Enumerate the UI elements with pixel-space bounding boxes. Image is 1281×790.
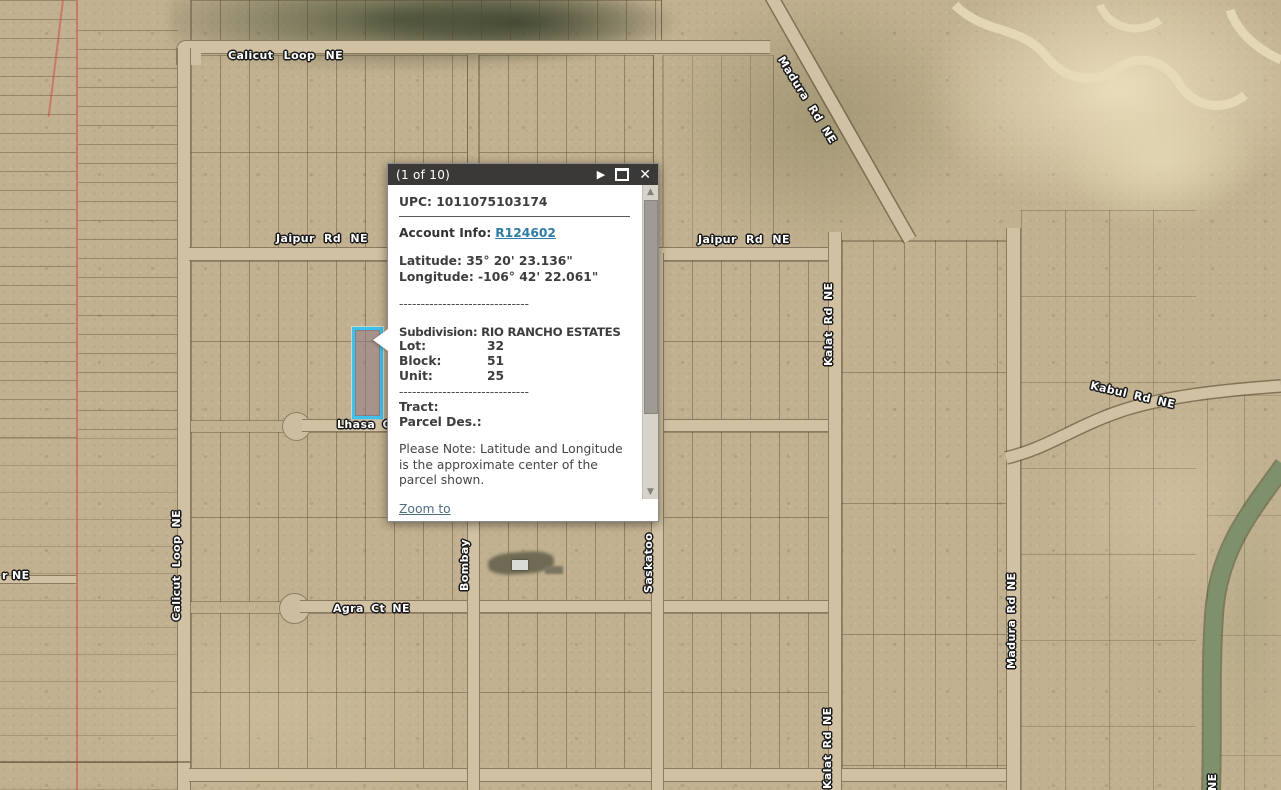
close-icon[interactable]: ✕ <box>639 168 651 182</box>
road-label-agra: Agra Ct NE <box>333 602 410 615</box>
account-info-row: Account Info: R124602 <box>399 226 630 240</box>
road-label-left-edge: r NE <box>2 569 30 582</box>
scroll-up-icon[interactable]: ▲ <box>643 185 658 199</box>
block-label: Block: <box>399 354 487 369</box>
sand-finger-patch <box>1060 90 1260 230</box>
parcel-grid <box>190 613 468 771</box>
popup-pointer <box>373 329 388 351</box>
tract-label: Tract: <box>399 400 630 415</box>
zoom-to-link[interactable]: Zoom to <box>399 502 451 516</box>
lot-label: Lot: <box>399 339 487 354</box>
road-label-ne-bottom-right: NE <box>1206 773 1219 790</box>
block-value: 51 <box>487 354 504 369</box>
road-calicut-loop-vertical <box>177 48 191 790</box>
divider-line <box>399 216 630 217</box>
road-label-bombay: Bombay <box>458 539 471 591</box>
parcel-grid <box>662 432 830 602</box>
scroll-down-icon[interactable]: ▼ <box>643 485 658 499</box>
block-row: Block: 51 <box>399 354 630 369</box>
road-label-madura-diagonal: Madura Rd NE <box>775 54 839 146</box>
parcel-grid <box>662 55 774 249</box>
note-text: Please Note: Latitude and Longitude is t… <box>399 442 635 489</box>
parcel-grid <box>0 438 178 790</box>
survey-line <box>76 0 78 790</box>
dashed-divider: ------------------------------ <box>399 385 630 399</box>
parcel-grid <box>1207 395 1281 790</box>
road-label-calicut-loop-top: Calicut Loop NE <box>228 49 343 62</box>
popup-pagination: (1 of 10) <box>396 168 587 182</box>
parcel-grid <box>662 261 830 421</box>
subdivision-value: RIO RANCHO ESTATES <box>481 325 620 339</box>
road-label-saskatoon: Saskatoo <box>642 533 655 593</box>
road-label-jaipur-right: Jaipur Rd NE <box>698 233 790 246</box>
latitude-value: Latitude: 35° 20' 23.136" <box>399 253 630 269</box>
map-viewport[interactable]: Calicut Loop NE Madura Rd NE Jaipur Rd N… <box>0 0 1281 790</box>
unit-row: Unit: 25 <box>399 369 630 384</box>
lot-row: Lot: 32 <box>399 339 630 354</box>
road-label-kalat-lower: Kalat Rd NE <box>821 707 834 789</box>
parcel-grid <box>190 0 662 42</box>
dashed-divider: ------------------------------ <box>399 297 630 311</box>
longitude-value: Longitude: -106° 42' 22.061" <box>399 269 630 285</box>
structure-roof <box>512 560 528 570</box>
popup-scrollbar[interactable]: ▲ ▼ <box>642 185 658 499</box>
parcel-grid <box>0 0 76 438</box>
subdivision-label: Subdivision: <box>399 325 477 339</box>
popup-header: (1 of 10) ▶ ✕ <box>388 164 658 185</box>
unit-value: 25 <box>487 369 504 384</box>
parcel-grid <box>478 613 654 771</box>
parcel-info-popup: (1 of 10) ▶ ✕ UPC: 1011075103174 Account… <box>387 163 659 522</box>
scrollbar-thumb[interactable] <box>644 200 658 414</box>
popup-body: UPC: 1011075103174 Account Info: R124602… <box>388 185 658 521</box>
subdivision-row: Subdivision: RIO RANCHO ESTATES <box>399 325 630 339</box>
account-info-link[interactable]: R124602 <box>495 226 556 240</box>
unit-label: Unit: <box>399 369 487 384</box>
road-label-jaipur-left: Jaipur Rd NE <box>276 232 368 245</box>
parcel-grid <box>662 613 830 771</box>
road-label-kalat-upper: Kalat Rd NE <box>822 282 835 366</box>
parcel-grid <box>841 240 1007 772</box>
road-bottom <box>189 768 1019 782</box>
parcel-grid <box>1021 210 1196 790</box>
sand-wash-patch <box>920 0 1281 220</box>
next-feature-icon[interactable]: ▶ <box>597 169 605 180</box>
road-label-lhasa: Lhasa C <box>337 418 391 431</box>
maximize-icon[interactable] <box>615 168 629 181</box>
latlong-block: Latitude: 35° 20' 23.136" Longitude: -10… <box>399 253 630 285</box>
upc-value: UPC: 1011075103174 <box>399 195 630 209</box>
parcel-des-label: Parcel Des.: <box>399 415 630 430</box>
account-info-label: Account Info: <box>399 226 491 240</box>
lot-value: 32 <box>487 339 504 354</box>
road-label-calicut-loop-vertical: Calicut Loop NE <box>170 510 183 621</box>
road-madura-vertical <box>1006 228 1021 790</box>
popup-content: UPC: 1011075103174 Account Info: R124602… <box>399 195 630 489</box>
road-label-madura-vertical: Madura Rd NE <box>1005 573 1018 669</box>
structure-blob <box>545 566 563 574</box>
lot-line <box>0 761 190 763</box>
parcel-grid <box>78 30 178 435</box>
